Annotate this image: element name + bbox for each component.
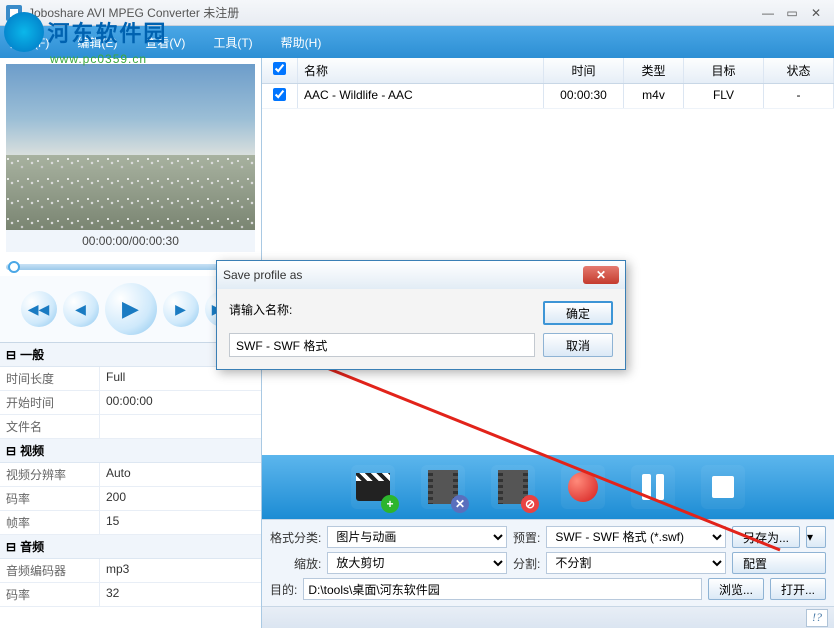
menu-tool[interactable]: 工具(T) (213, 34, 252, 51)
rewind-button[interactable]: ◀ (63, 291, 99, 327)
minimize-button[interactable]: — (756, 4, 780, 22)
window-title: Joboshare AVI MPEG Converter 未注册 (28, 4, 756, 21)
dialog-titlebar[interactable]: Save profile as ✕ (217, 261, 625, 289)
clear-files-button[interactable]: ⊘ (491, 465, 535, 509)
forward-button[interactable]: ▶ (163, 291, 199, 327)
close-button[interactable]: ✕ (804, 4, 828, 22)
property-grid: ⊟一般 时间长度Full 开始时间00:00:00 文件名 ⊟视频 视频分辨率A… (0, 342, 261, 628)
save-as-dropdown[interactable]: ▾ (806, 526, 826, 548)
preview-area: 00:00:00/00:00:30 (0, 58, 261, 258)
file-table: 名称 时间 类型 目标 状态 AAC - Wildlife - AAC 00:0… (262, 58, 834, 455)
prev-button[interactable]: ◀◀ (21, 291, 57, 327)
header-name[interactable]: 名称 (298, 58, 544, 83)
app-icon (6, 5, 22, 21)
add-file-button[interactable]: + (351, 465, 395, 509)
header-check[interactable] (262, 58, 298, 83)
menu-view[interactable]: 查看(V) (145, 34, 185, 51)
zoom-select[interactable]: 放大剪切 (327, 552, 507, 574)
menu-edit[interactable]: 编辑(E) (77, 34, 117, 51)
browse-button[interactable]: 浏览... (708, 578, 764, 600)
save-as-button[interactable]: 另存为... (732, 526, 800, 548)
remove-file-button[interactable]: ✕ (421, 465, 465, 509)
action-toolbar: + ✕ ⊘ (262, 455, 834, 519)
time-display: 00:00:00/00:00:30 (6, 230, 255, 252)
dialog-name-input[interactable] (229, 333, 535, 357)
video-preview[interactable] (6, 64, 255, 230)
header-type[interactable]: 类型 (624, 58, 684, 83)
row-checkbox[interactable] (273, 88, 286, 101)
dialog-ok-button[interactable]: 确定 (543, 301, 613, 325)
format-category-select[interactable]: 图片与动画 (327, 526, 507, 548)
dialog-close-button[interactable]: ✕ (583, 266, 619, 284)
split-select[interactable]: 不分割 (546, 552, 726, 574)
menu-file[interactable]: 文件(F) (10, 34, 49, 51)
header-time[interactable]: 时间 (544, 58, 624, 83)
dest-input[interactable] (303, 578, 702, 600)
pause-button[interactable] (631, 465, 675, 509)
maximize-button[interactable]: ▭ (780, 4, 804, 22)
section-audio: ⊟音频 (0, 535, 261, 559)
config-button[interactable]: 配置 (732, 552, 826, 574)
menu-help[interactable]: 帮助(H) (281, 34, 322, 51)
save-profile-dialog: Save profile as ✕ 请输入名称: 确定 取消 (216, 260, 626, 370)
title-bar: Joboshare AVI MPEG Converter 未注册 — ▭ ✕ (0, 0, 834, 26)
stop-button[interactable] (701, 465, 745, 509)
open-button[interactable]: 打开... (770, 578, 826, 600)
settings-panel: 格式分类: 图片与动画 预置: SWF - SWF 格式 (*.swf) 另存为… (262, 519, 834, 606)
dialog-cancel-button[interactable]: 取消 (543, 333, 613, 357)
menu-bar: 文件(F) 编辑(E) 查看(V) 工具(T) 帮助(H) (0, 26, 834, 58)
table-row[interactable]: AAC - Wildlife - AAC 00:00:30 m4v FLV - (262, 84, 834, 109)
play-button[interactable]: ▶ (105, 283, 157, 335)
dialog-label: 请输入名称: (229, 301, 535, 325)
help-button[interactable]: !? (806, 609, 828, 627)
header-status[interactable]: 状态 (764, 58, 834, 83)
status-bar: !? (262, 606, 834, 628)
preset-select[interactable]: SWF - SWF 格式 (*.swf) (546, 526, 726, 548)
header-target[interactable]: 目标 (684, 58, 764, 83)
record-button[interactable] (561, 465, 605, 509)
section-video: ⊟视频 (0, 439, 261, 463)
